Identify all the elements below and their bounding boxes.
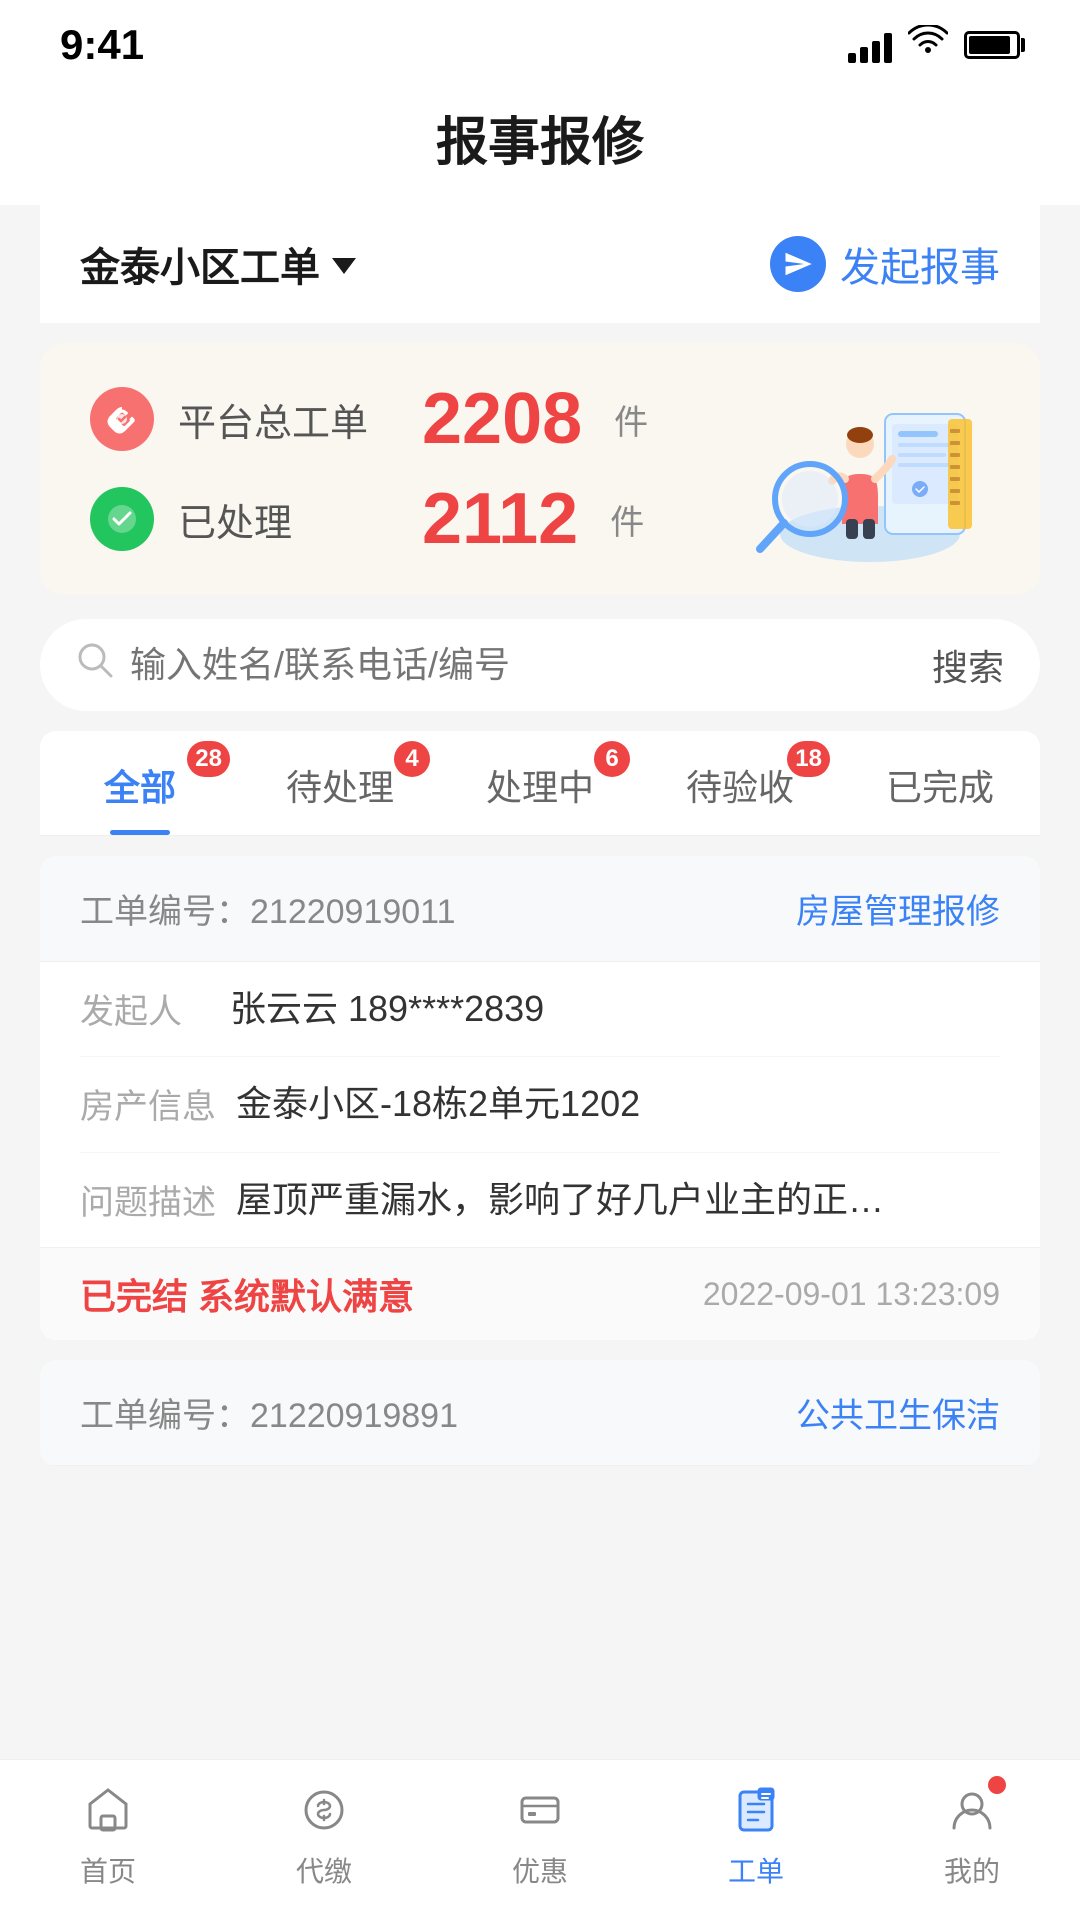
tab-badge-全部: 28 [187,741,230,777]
order-field-row-0-2: 问题描述屋顶严重漏水，影响了好几户业主的正… [80,1153,1000,1247]
payment-icon [294,1780,354,1840]
search-icon [76,641,114,689]
mine-icon [942,1780,1002,1840]
nav-item-payment[interactable]: 代缴 [216,1780,432,1890]
search-bar: 搜索 [40,619,1040,711]
tab-badge-处理中: 6 [594,741,630,777]
total-stat-icon [90,387,154,451]
order-field-label-0-1: 房产信息 [80,1079,216,1128]
status-time: 9:41 [60,21,144,69]
status-icons [848,24,1020,66]
nav-item-mine[interactable]: 我的 [864,1780,1080,1890]
page-title: 报事报修 [0,100,1080,175]
order-header-0: 工单编号：21220919011 房屋管理报修 [40,856,1040,962]
order-field-row-0-0: 发起人张云云 189****2839 [80,962,1000,1057]
nav-label-mine: 我的 [944,1850,1000,1890]
tab-处理中[interactable]: 处理中6 [440,731,640,835]
tab-已完成[interactable]: 已完成 [840,731,1040,835]
order-field-label-0-2: 问题描述 [80,1175,216,1224]
processed-stat-icon [90,487,154,551]
location-dropdown[interactable]: 金泰小区工单 [80,235,356,293]
nav-item-discount[interactable]: 优惠 [432,1780,648,1890]
tabs-bar: 全部28待处理4处理中6待验收18已完成 [40,731,1040,836]
location-label: 金泰小区工单 [80,235,320,293]
signal-icon [848,27,892,63]
total-label: 平台总工单 [178,392,398,447]
order-footer-0: 已完结 系统默认满意 2022-09-01 13:23:09 [40,1247,1040,1340]
home-icon [78,1780,138,1840]
tab-待验收[interactable]: 待验收18 [640,731,840,835]
search-input[interactable] [130,644,916,686]
page-header: 报事报修 [0,80,1080,205]
nav-dot-mine [988,1776,1006,1794]
action-label: 发起报事 [840,235,1000,293]
bottom-nav: 首页 代缴 优惠 工单 我的 [0,1759,1080,1920]
nav-label-discount: 优惠 [512,1850,568,1890]
orders-list: 工单编号：21220919011 房屋管理报修发起人张云云 189****2839… [40,856,1040,1466]
order-type-1: 公共卫生保洁 [796,1388,1000,1437]
order-number-0: 工单编号：21220919011 [80,884,455,933]
order-body-0: 发起人张云云 189****2839房产信息金泰小区-18栋2单元1202问题描… [40,962,1040,1247]
send-icon [770,236,826,292]
nav-item-workorder[interactable]: 工单 [648,1780,864,1890]
order-field-value-0-1: 金泰小区-18栋2单元1202 [236,1079,1000,1129]
workorder-icon [726,1780,786,1840]
stats-illustration [730,359,1010,579]
battery-icon [964,31,1020,59]
tab-badge-待验收: 18 [787,741,830,777]
top-bar: 金泰小区工单 发起报事 [40,205,1040,323]
order-field-value-0-2: 屋顶严重漏水，影响了好几户业主的正… [236,1175,1000,1225]
total-unit: 件 [614,395,648,444]
order-card-0[interactable]: 工单编号：21220919011 房屋管理报修发起人张云云 189****2839… [40,856,1040,1340]
nav-label-workorder: 工单 [728,1850,784,1890]
nav-label-home: 首页 [80,1850,136,1890]
order-number-1: 工单编号：21220919891 [80,1388,458,1437]
wifi-icon [908,24,948,66]
total-value: 2208 [422,383,582,455]
discount-icon [510,1780,570,1840]
order-status-0: 已完结 系统默认满意 [80,1268,414,1320]
create-report-button[interactable]: 发起报事 [770,235,1000,293]
status-bar: 9:41 [0,0,1080,80]
order-field-value-0-0: 张云云 189****2839 [230,984,1000,1034]
processed-value: 2112 [422,483,578,555]
order-time-0: 2022-09-01 13:23:09 [703,1276,1000,1313]
search-button[interactable]: 搜索 [932,639,1004,691]
dropdown-arrow-icon [332,258,356,274]
order-field-row-0-1: 房产信息金泰小区-18栋2单元1202 [80,1057,1000,1152]
order-type-0: 房屋管理报修 [796,884,1000,933]
processed-label: 已处理 [178,492,398,547]
order-header-1: 工单编号：21220919891 公共卫生保洁 [40,1360,1040,1466]
tab-待处理[interactable]: 待处理4 [240,731,440,835]
nav-item-home[interactable]: 首页 [0,1780,216,1890]
processed-unit: 件 [610,495,644,544]
order-field-label-0-0: 发起人 [80,984,210,1033]
nav-label-payment: 代缴 [296,1850,352,1890]
tab-全部[interactable]: 全部28 [40,731,240,835]
stats-card: 平台总工单 2208 件 已处理 2112 件 [40,343,1040,595]
tab-badge-待处理: 4 [394,741,430,777]
order-card-1[interactable]: 工单编号：21220919891 公共卫生保洁 [40,1360,1040,1466]
main-content: 金泰小区工单 发起报事 平台总工单 [0,205,1080,1686]
